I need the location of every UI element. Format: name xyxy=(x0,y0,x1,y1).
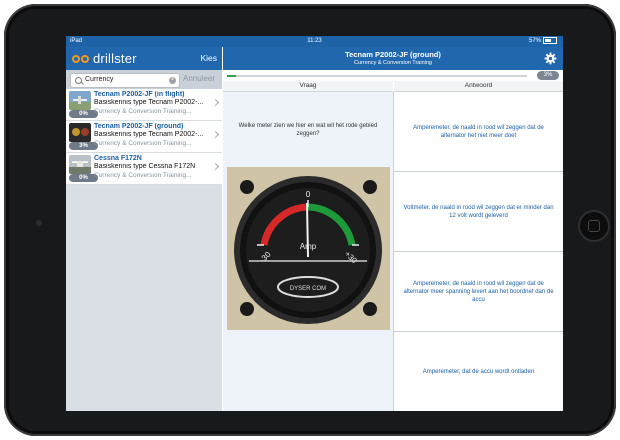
progress-bar xyxy=(227,75,527,77)
question-panel: Welke meter zien we hier en wat wil het … xyxy=(223,92,394,411)
drill-thumbnail xyxy=(69,91,91,110)
nav-title: Tecnam P2002-JF (ground) Currency & Conv… xyxy=(223,50,563,66)
answer-text: Amperemeter, de naald in rood wil zeggen… xyxy=(403,280,554,303)
answer-option-3[interactable]: Amperemeter, de naald in rood wil zeggen… xyxy=(394,252,563,332)
item-meta: Currency & Conversion Training... xyxy=(94,172,192,179)
app-name: drillster xyxy=(93,51,137,66)
item-subtitle: Basiskennis type Tecnam P2002-... xyxy=(94,131,204,138)
sidebar-nav-bar: drillster Kies xyxy=(66,47,222,70)
drill-subtitle: Currency & Conversion Training xyxy=(354,60,432,66)
item-title: Tecnam P2002-JF (ground) xyxy=(94,123,184,130)
ammeter-gauge-image: 0 -30 +30 Amp DYSER COM xyxy=(227,167,390,330)
chevron-right-icon xyxy=(211,130,220,139)
chevron-right-icon xyxy=(211,162,220,171)
progress-row: 3% xyxy=(223,70,563,81)
list-item[interactable]: 3% Tecnam P2002-JF (ground) Basiskennis … xyxy=(66,121,222,153)
tablet-frame: iPad 11:23 57% drillster Kies Tecnam P20… xyxy=(4,4,616,436)
content-nav-bar: Tecnam P2002-JF (ground) Currency & Conv… xyxy=(223,47,563,70)
answer-panel: Amperemeter, de naald in rood wil zeggen… xyxy=(394,92,563,411)
sidebar: Currency × Annuleer 0% Tecnam P2002-JF (… xyxy=(66,70,222,411)
battery-status: 57% xyxy=(529,36,557,47)
item-meta: Currency & Conversion Training... xyxy=(94,140,192,147)
answer-column-header: Antwoord xyxy=(394,81,563,92)
gauge-zero-label: 0 xyxy=(306,190,311,199)
chevron-right-icon xyxy=(211,98,220,107)
search-value: Currency xyxy=(85,76,114,83)
search-input[interactable]: Currency × xyxy=(70,73,180,88)
logo-eye-icon xyxy=(81,54,89,63)
item-title: Cessna F172N xyxy=(94,155,142,162)
cancel-button[interactable]: Annuleer xyxy=(183,74,215,83)
drill-title: Tecnam P2002-JF (ground) xyxy=(345,50,441,59)
battery-percent: 57% xyxy=(528,38,541,44)
drill-thumbnail xyxy=(69,123,91,142)
app-screen: iPad 11:23 57% drillster Kies Tecnam P20… xyxy=(66,36,563,411)
drill-list: 0% Tecnam P2002-JF (in flight) Basiskenn… xyxy=(66,89,222,185)
list-item[interactable]: 0% Cessna F172N Basiskennis type Cessna … xyxy=(66,153,222,185)
item-meta: Currency & Conversion Training... xyxy=(94,108,192,115)
drill-thumbnail xyxy=(69,155,91,174)
answer-text: Amperemeter, dat de accu wordt ontladen xyxy=(422,368,535,375)
item-subtitle: Basiskennis type Tecnam P2002-... xyxy=(94,99,204,106)
answer-text: Amperemeter, de naald in rood wil zeggen… xyxy=(413,124,544,139)
search-bar: Currency × Annuleer xyxy=(66,70,222,89)
item-subtitle: Basiskennis type Cessna F172N xyxy=(94,163,196,170)
front-camera xyxy=(36,220,42,226)
answer-text: Voltmeter, de naald in rood wil zeggen d… xyxy=(403,204,554,219)
home-button[interactable] xyxy=(578,210,610,242)
gauge-brand-label: DYSER COM xyxy=(290,286,326,292)
progress-fill xyxy=(227,75,236,77)
item-title: Tecnam P2002-JF (in flight) xyxy=(94,91,185,98)
clear-icon[interactable]: × xyxy=(169,77,176,84)
question-text: Welke meter zien we hier en wat wil het … xyxy=(238,123,378,137)
answer-option-1[interactable]: Amperemeter, de naald in rood wil zeggen… xyxy=(394,92,563,172)
progress-percent: 3% xyxy=(537,71,559,80)
logo-eye-icon xyxy=(72,54,80,63)
question-column-header: Vraag xyxy=(223,81,393,92)
status-bar: iPad 11:23 57% xyxy=(66,36,563,47)
list-item[interactable]: 0% Tecnam P2002-JF (in flight) Basiskenn… xyxy=(66,89,222,121)
gear-icon[interactable] xyxy=(544,52,557,65)
drill-content: 3% Vraag Antwoord Welke meter zien we hi… xyxy=(223,70,563,411)
battery-icon xyxy=(543,36,557,44)
answer-option-4[interactable]: Amperemeter, dat de accu wordt ontladen xyxy=(394,332,563,411)
gauge-unit-label: Amp xyxy=(300,242,317,251)
drillster-logo: drillster xyxy=(72,51,137,66)
status-time: 11:23 xyxy=(307,38,322,44)
search-icon xyxy=(75,77,82,84)
answer-option-2[interactable]: Voltmeter, de naald in rood wil zeggen d… xyxy=(394,172,563,252)
choose-button[interactable]: Kies xyxy=(200,53,217,63)
